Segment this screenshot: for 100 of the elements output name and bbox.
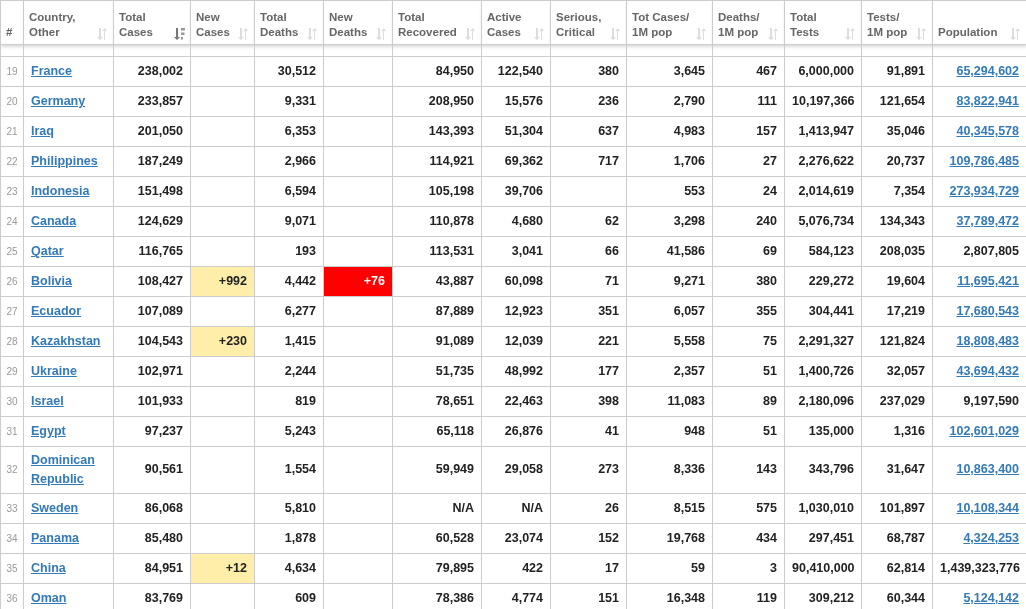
sort-arrows-icon[interactable]: [1010, 28, 1021, 40]
table-cell: 297,451: [784, 523, 862, 553]
table-cell: 65,118: [392, 416, 482, 447]
table-cell: 135,000: [784, 416, 862, 447]
table-cell: 66: [550, 236, 627, 267]
table-cell: N/A: [481, 493, 551, 523]
sort-arrows-icon[interactable]: [610, 28, 621, 40]
table-cell: 152: [550, 523, 627, 553]
table-cell: 4,442: [254, 266, 324, 297]
sort-arrows-icon[interactable]: [238, 28, 249, 40]
table-cell: 1,316: [861, 416, 933, 447]
table-cell: 229,272: [784, 266, 862, 297]
table-cell: 79,895: [392, 553, 482, 583]
table-cell: 35,046: [861, 116, 933, 147]
table-cell: 2,244: [254, 356, 324, 387]
table-cell: 111: [712, 86, 785, 117]
table-cell: 12,039: [481, 326, 551, 357]
table-cell: 6,000,000: [784, 56, 862, 87]
table-cell: 30,512: [254, 56, 324, 87]
table-cell: 31,647: [861, 446, 933, 493]
table-cell: 116,765: [113, 236, 191, 267]
sort-arrows-icon[interactable]: [534, 28, 545, 40]
table-cell: 60,528: [392, 523, 482, 553]
table-cell: 2,291,327: [784, 326, 862, 357]
table-cell: 68,787: [861, 523, 933, 553]
table-cell: 24: [712, 176, 785, 207]
sort-descending-icon[interactable]: [174, 28, 185, 40]
table-cell: 238,002: [113, 56, 191, 87]
table-cell: 4,680: [481, 206, 551, 237]
table-cell: 5,810: [254, 493, 324, 523]
table-cell: 11,083: [626, 386, 713, 417]
sort-arrows-icon[interactable]: [376, 28, 387, 40]
table-cell: 29,058: [481, 446, 551, 493]
sort-arrows-icon[interactable]: [465, 28, 476, 40]
table-cell: 2,180,096: [784, 386, 862, 417]
table-cell: 43,887: [392, 266, 482, 297]
row-number: 28: [0, 326, 24, 357]
table-cell: 121,824: [861, 326, 933, 357]
table-cell: 208,035: [861, 236, 933, 267]
table-cell: 9,331: [254, 86, 324, 117]
table-cell: 1,400,726: [784, 356, 862, 387]
sort-arrows-icon[interactable]: [916, 28, 927, 40]
table-cell: 2,014,619: [784, 176, 862, 207]
table-cell: 221: [550, 326, 627, 357]
sort-arrows-icon[interactable]: [845, 28, 856, 40]
table-cell: 105,198: [392, 176, 482, 207]
table-cell: 584,123: [784, 236, 862, 267]
table-cell: 101,933: [113, 386, 191, 417]
table-cell: 380: [550, 56, 627, 87]
table-cell: 101,897: [861, 493, 933, 523]
row-number: 34: [0, 523, 24, 553]
table-cell: 6,353: [254, 116, 324, 147]
sort-arrows-icon[interactable]: [696, 28, 707, 40]
table-cell: 87,889: [392, 296, 482, 327]
table-cell: 240: [712, 206, 785, 237]
table-cell: 2,276,622: [784, 146, 862, 177]
table-cell: 26,876: [481, 416, 551, 447]
row-number: 30: [0, 386, 24, 417]
table-cell: 59,949: [392, 446, 482, 493]
table-cell: 304,441: [784, 296, 862, 327]
table-cell: 51,735: [392, 356, 482, 387]
table-cell: 8,336: [626, 446, 713, 493]
table-cell: 19,768: [626, 523, 713, 553]
row-number: 36: [0, 583, 24, 609]
table-cell: 51: [712, 416, 785, 447]
table-cell: 3,298: [626, 206, 713, 237]
table-cell: N/A: [392, 493, 482, 523]
new-deaths-cell: +76: [323, 266, 393, 297]
table-cell: 89: [712, 386, 785, 417]
table-cell: 75: [712, 326, 785, 357]
table-cell: 6,277: [254, 296, 324, 327]
table-cell: 233,857: [113, 86, 191, 117]
row-number: 23: [0, 176, 24, 207]
sort-arrows-icon[interactable]: [307, 28, 318, 40]
table-cell: 355: [712, 296, 785, 327]
table-cell: 17,219: [861, 296, 933, 327]
table-cell: 208,950: [392, 86, 482, 117]
row-number: 32: [0, 446, 24, 493]
table-cell: 62,814: [861, 553, 933, 583]
table-cell: 6,057: [626, 296, 713, 327]
table-cell: 1,030,010: [784, 493, 862, 523]
table-cell: 3: [712, 553, 785, 583]
table-cell: 27: [712, 146, 785, 177]
column-header: #: [6, 25, 13, 40]
table-cell: 4,983: [626, 116, 713, 147]
table-cell: 60,098: [481, 266, 551, 297]
table-cell: 177: [550, 356, 627, 387]
table-cell: 1,554: [254, 446, 324, 493]
sort-arrows-icon[interactable]: [97, 28, 108, 40]
sort-arrows-icon[interactable]: [768, 28, 779, 40]
table-cell: 86,068: [113, 493, 191, 523]
row-number: 20: [0, 86, 24, 117]
table-cell: 4,634: [254, 553, 324, 583]
table-cell: 1,878: [254, 523, 324, 553]
table-cell: 51,304: [481, 116, 551, 147]
country-link[interactable]: Iraq: [31, 122, 54, 141]
table-cell: 9,071: [254, 206, 324, 237]
table-cell: 51: [712, 356, 785, 387]
table-cell: 102,971: [113, 356, 191, 387]
table-cell: 151,498: [113, 176, 191, 207]
